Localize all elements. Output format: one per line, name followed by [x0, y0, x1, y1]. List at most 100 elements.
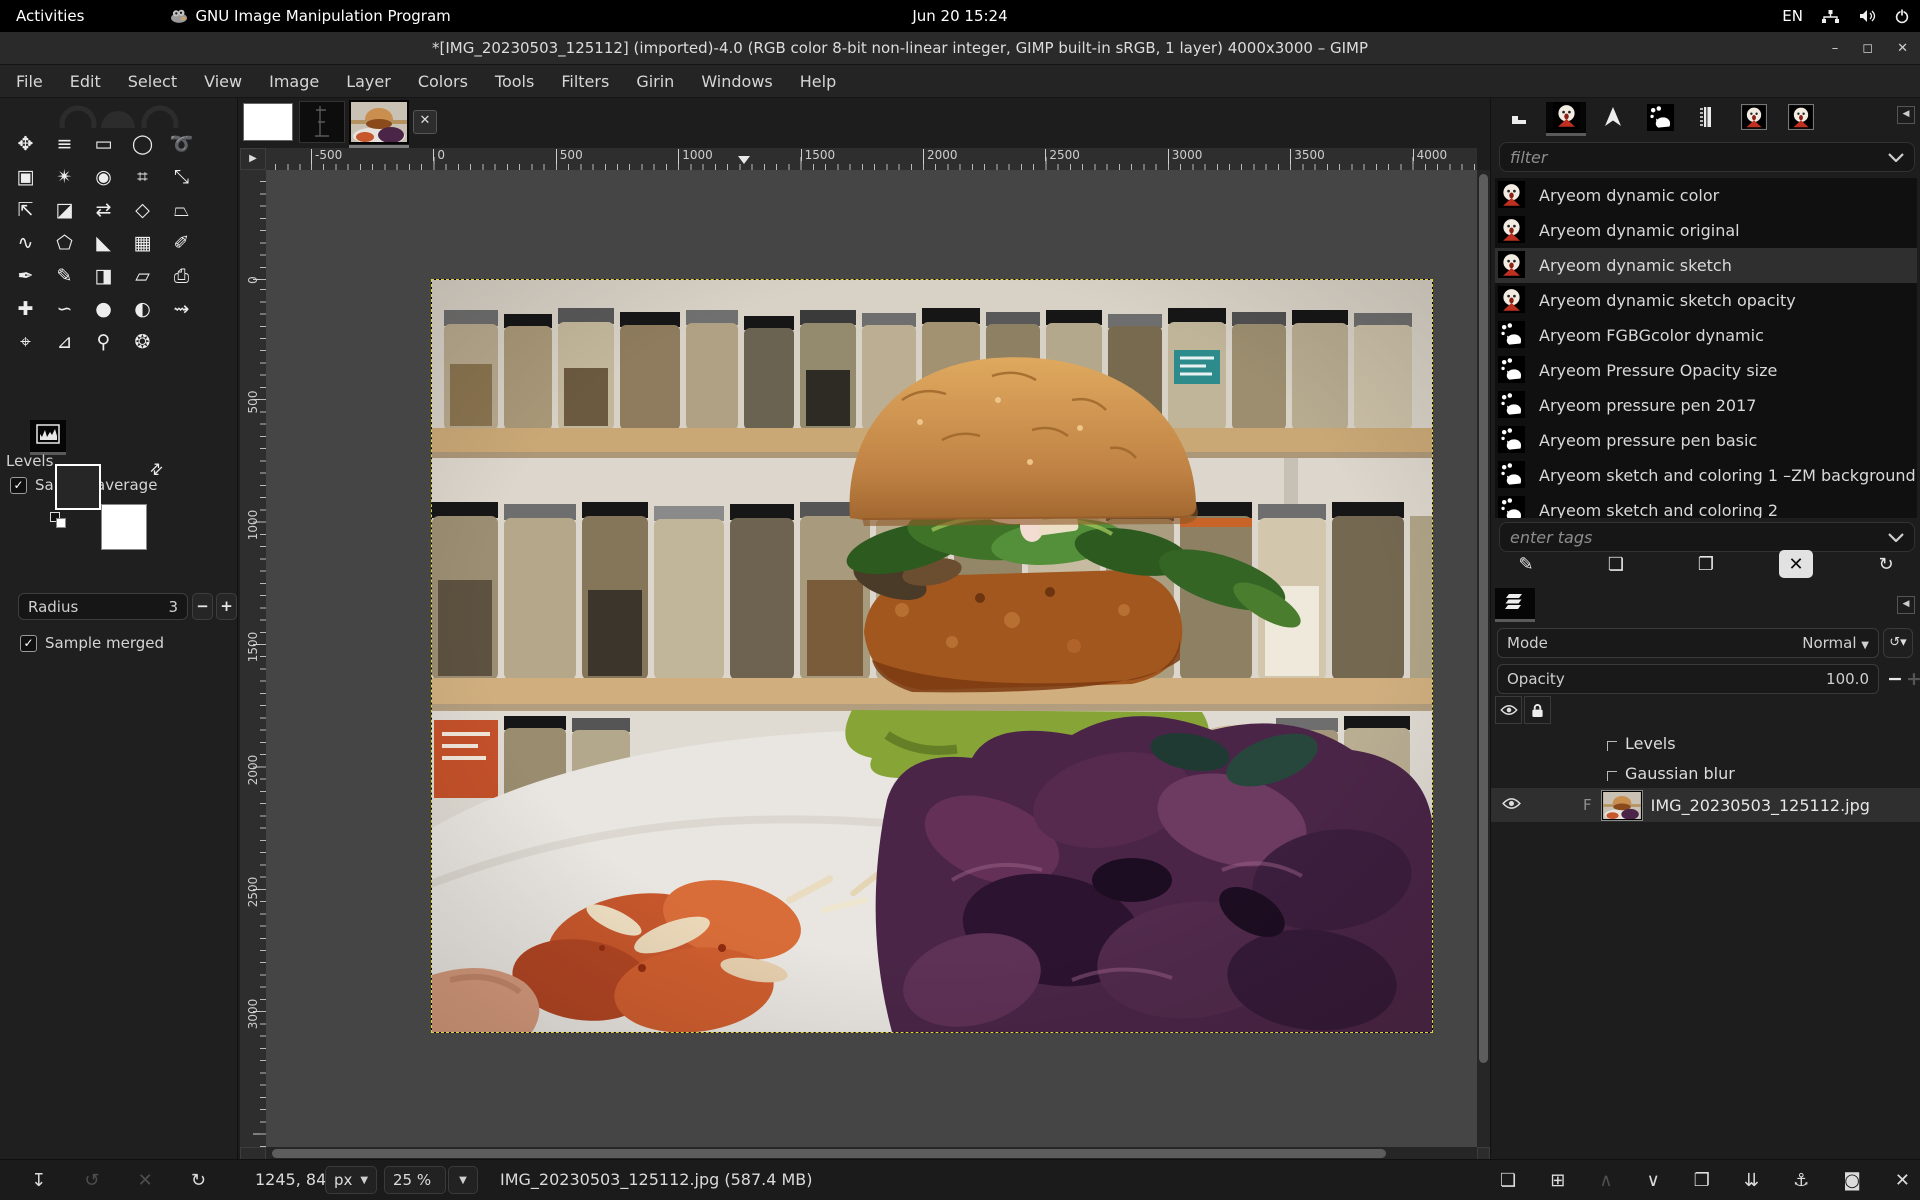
tool-clone-button[interactable]: ⎙: [162, 260, 201, 293]
tool-fuzzy-select-button[interactable]: ✴: [45, 161, 84, 194]
dock-tab-tool-presets[interactable]: [1499, 102, 1539, 136]
tool-unified-transform-button[interactable]: ⤡: [162, 161, 201, 194]
tool-foreground-select-button[interactable]: ▣: [6, 161, 45, 194]
merge-down-button[interactable]: ⇊: [1744, 1170, 1759, 1191]
image-tab-burger-active[interactable]: [349, 100, 409, 144]
unit-dropdown[interactable]: px▼: [325, 1166, 377, 1194]
menu-layer[interactable]: Layer: [346, 72, 391, 91]
tool-eraser-button[interactable]: ▱: [123, 260, 162, 293]
window-title-bar[interactable]: *[IMG_20230503_125112] (imported)-4.0 (R…: [0, 32, 1920, 65]
tool-3d-transform-button[interactable]: ◇: [123, 194, 162, 227]
vertical-scrollbar-thumb[interactable]: [1479, 174, 1488, 1063]
new-layer-button[interactable]: ❏: [1500, 1170, 1516, 1191]
layer-visibility-eye-icon[interactable]: [1502, 796, 1521, 814]
opacity-slider[interactable]: Opacity 100.0: [1497, 664, 1879, 694]
save-options-button[interactable]: ↧: [31, 1170, 46, 1191]
foreground-color-swatch[interactable]: [55, 464, 101, 510]
tool-heal-button[interactable]: ✚: [6, 293, 45, 326]
sample-merged-option[interactable]: ✓ Sample merged: [20, 634, 164, 652]
dynamics-item[interactable]: Aryeom FGBGcolor dynamic: [1495, 318, 1917, 353]
tool-dodge-burn-button[interactable]: ◐: [123, 293, 162, 326]
tool-paintbrush-button[interactable]: ✐: [162, 227, 201, 260]
mode-switch-button[interactable]: ↺▾: [1883, 628, 1913, 658]
dynamics-item[interactable]: Aryeom dynamic original: [1495, 213, 1917, 248]
zoom-value-box[interactable]: 25 %: [384, 1166, 446, 1194]
tool-flip-button[interactable]: ⇄: [84, 194, 123, 227]
ruler-corner-menu-button[interactable]: ▶: [240, 148, 266, 170]
tool-select-by-color-button[interactable]: ◉: [84, 161, 123, 194]
vertical-scrollbar[interactable]: [1477, 170, 1490, 1147]
duplicate-dynamics-button[interactable]: ❐: [1689, 550, 1723, 578]
power-icon[interactable]: [1894, 8, 1910, 24]
tool-cage-transform-button[interactable]: ⬠: [45, 227, 84, 260]
dock-tab-brush-editor[interactable]: [1687, 102, 1727, 136]
tool-pencil-button[interactable]: ◨: [84, 260, 123, 293]
menu-tools[interactable]: Tools: [495, 72, 534, 91]
tool-mypaint-brush-button[interactable]: ✎: [45, 260, 84, 293]
image-tab-blank[interactable]: [243, 103, 293, 141]
menu-colors[interactable]: Colors: [418, 72, 468, 91]
horizontal-ruler[interactable]: -50005001000150020002500300035004000: [266, 148, 1477, 170]
tool-alignment-button[interactable]: ≡: [45, 128, 84, 161]
menu-file[interactable]: File: [16, 72, 43, 91]
dynamics-item[interactable]: Aryeom sketch and coloring 2: [1495, 493, 1917, 518]
menu-windows[interactable]: Windows: [701, 72, 772, 91]
dock-tab-dynamics-editor-1[interactable]: [1734, 102, 1774, 136]
radius-decrease-button[interactable]: −: [192, 593, 213, 620]
opacity-increase-button[interactable]: +: [1906, 668, 1920, 690]
tool-zoom-button[interactable]: ⚲: [84, 326, 123, 359]
menu-select[interactable]: Select: [128, 72, 177, 91]
tool-warp-transform-button[interactable]: ∿: [6, 227, 45, 260]
tool-rectangle-select-button[interactable]: ▭: [84, 128, 123, 161]
radius-increase-button[interactable]: +: [216, 593, 237, 620]
radius-slider[interactable]: Radius 3: [18, 593, 188, 620]
tool-shear-button[interactable]: ◪: [45, 194, 84, 227]
sample-average-option[interactable]: ✓ Sample average: [10, 476, 237, 494]
dynamics-item[interactable]: Aryeom dynamic sketch opacity: [1495, 283, 1917, 318]
refresh-dynamics-button[interactable]: ↻: [1869, 550, 1903, 578]
tool-ellipse-select-button[interactable]: ◯: [123, 128, 162, 161]
keyboard-layout-indicator[interactable]: EN: [1782, 7, 1803, 25]
layer-filter-row[interactable]: Levels: [1491, 728, 1920, 758]
tool-airbrush-button[interactable]: ⇝: [162, 293, 201, 326]
app-menu-button[interactable]: GNU Image Manipulation Program: [170, 7, 450, 25]
close-button-icon[interactable]: ✕: [1897, 41, 1908, 56]
lower-layer-button[interactable]: ∨: [1647, 1170, 1660, 1191]
canvas-image[interactable]: [431, 279, 1433, 1033]
tool-crop-button[interactable]: ⌗: [123, 161, 162, 194]
activities-button[interactable]: Activities: [16, 7, 84, 25]
layer-mode-dropdown[interactable]: Mode Normal ▼: [1497, 628, 1879, 658]
tool-move-button[interactable]: ✥: [6, 128, 45, 161]
dynamics-item[interactable]: Aryeom pressure pen 2017: [1495, 388, 1917, 423]
enter-tags-input[interactable]: enter tags: [1499, 522, 1915, 552]
dock-tab-dynamics-editor-2[interactable]: [1781, 102, 1821, 136]
minimize-button-icon[interactable]: –: [1832, 41, 1839, 56]
tool-bucket-fill-button[interactable]: ◣: [84, 227, 123, 260]
add-mask-button[interactable]: ◙: [1843, 1170, 1860, 1191]
volume-icon[interactable]: [1858, 9, 1876, 23]
menu-filters[interactable]: Filters: [561, 72, 609, 91]
tool-handle-transform-button[interactable]: ⇱: [6, 194, 45, 227]
duplicate-layer-button[interactable]: ❐: [1694, 1170, 1710, 1191]
lock-column-header[interactable]: [1524, 696, 1551, 724]
new-layer-group-button[interactable]: ⊞: [1550, 1170, 1565, 1191]
tool-color-picker-button[interactable]: ⌖: [6, 326, 45, 359]
edit-dynamics-button[interactable]: ✎: [1509, 550, 1543, 578]
dynamics-item[interactable]: Aryeom pressure pen basic: [1495, 423, 1917, 458]
reset-options-button[interactable]: ↻: [191, 1170, 206, 1191]
menu-help[interactable]: Help: [800, 72, 836, 91]
dynamics-item[interactable]: Aryeom dynamic color: [1495, 178, 1917, 213]
dock-tab-device-status[interactable]: [1593, 102, 1633, 136]
delete-dynamics-button[interactable]: ✕: [1779, 550, 1813, 578]
menu-edit[interactable]: Edit: [70, 72, 101, 91]
close-image-icon[interactable]: ✕: [413, 110, 437, 134]
horizontal-scrollbar-thumb[interactable]: [272, 1149, 1386, 1158]
dynamics-item[interactable]: Aryeom Pressure Opacity size: [1495, 353, 1917, 388]
dock-collapse-icon[interactable]: ◀: [1897, 106, 1915, 124]
vertical-ruler[interactable]: 050010001500200025003000: [240, 170, 266, 1147]
tool-measure-button[interactable]: ⊿: [45, 326, 84, 359]
tool-blur-sharpen-button[interactable]: ●: [84, 293, 123, 326]
chevron-down-icon[interactable]: [1888, 148, 1904, 166]
tool-paint-select-button[interactable]: ❂: [123, 326, 162, 359]
chevron-down-icon[interactable]: [1888, 528, 1904, 546]
